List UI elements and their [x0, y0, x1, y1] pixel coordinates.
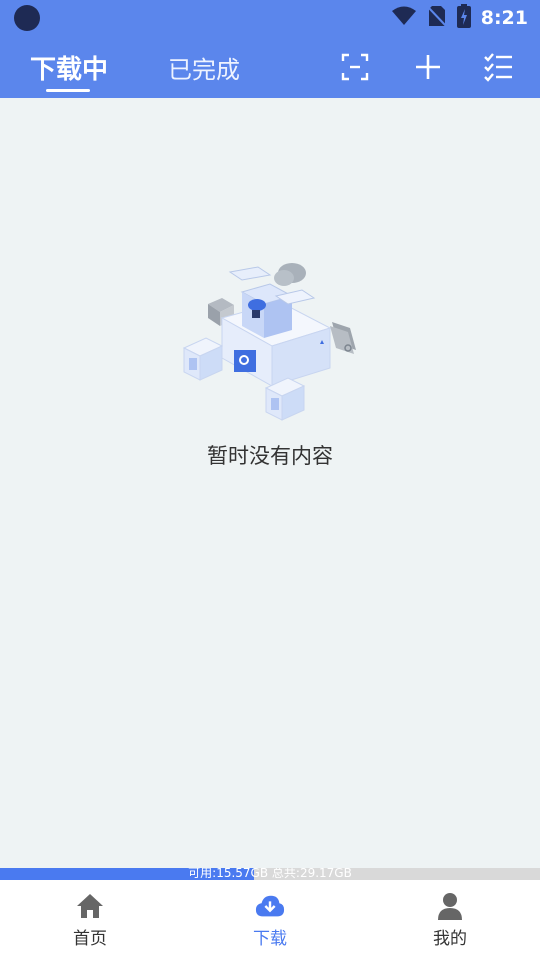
nav-label-download: 下载 [253, 929, 287, 949]
tab-completed[interactable]: 已完成 [168, 50, 240, 85]
cloud-download-icon [255, 892, 285, 920]
storage-text: 可用:15.57GB 总共:29.17GB [188, 868, 352, 880]
battery-charging-icon [456, 4, 471, 32]
nav-label-profile: 我的 [433, 929, 467, 949]
app-header: 8:21 下载中 已完成 [0, 0, 540, 98]
tab-bar: 下载中 已完成 [0, 44, 540, 98]
status-time: 8:21 [480, 7, 528, 29]
notification-dot-icon [14, 5, 40, 31]
nav-item-home[interactable]: 首页 [0, 880, 180, 960]
empty-box-illustration [180, 258, 362, 428]
checklist-icon[interactable] [481, 50, 515, 84]
bottom-nav: 首页 下载 我的 [0, 880, 540, 960]
wifi-icon [391, 6, 417, 30]
storage-bar: 可用:15.57GB 总共:29.17GB [0, 868, 540, 880]
empty-message: 暂时没有内容 [207, 444, 333, 468]
scan-icon[interactable] [338, 50, 372, 84]
nav-item-profile[interactable]: 我的 [360, 880, 540, 960]
no-sim-icon [427, 5, 447, 31]
user-icon [435, 892, 465, 920]
nav-label-home: 首页 [73, 929, 107, 949]
tab-downloading[interactable]: 下载中 [30, 49, 108, 86]
plus-icon[interactable] [411, 50, 445, 84]
home-icon [75, 892, 105, 920]
status-bar: 8:21 [0, 0, 540, 36]
status-icons: 8:21 [391, 4, 528, 32]
tab-indicator [46, 89, 90, 92]
nav-item-download[interactable]: 下载 [180, 880, 360, 960]
